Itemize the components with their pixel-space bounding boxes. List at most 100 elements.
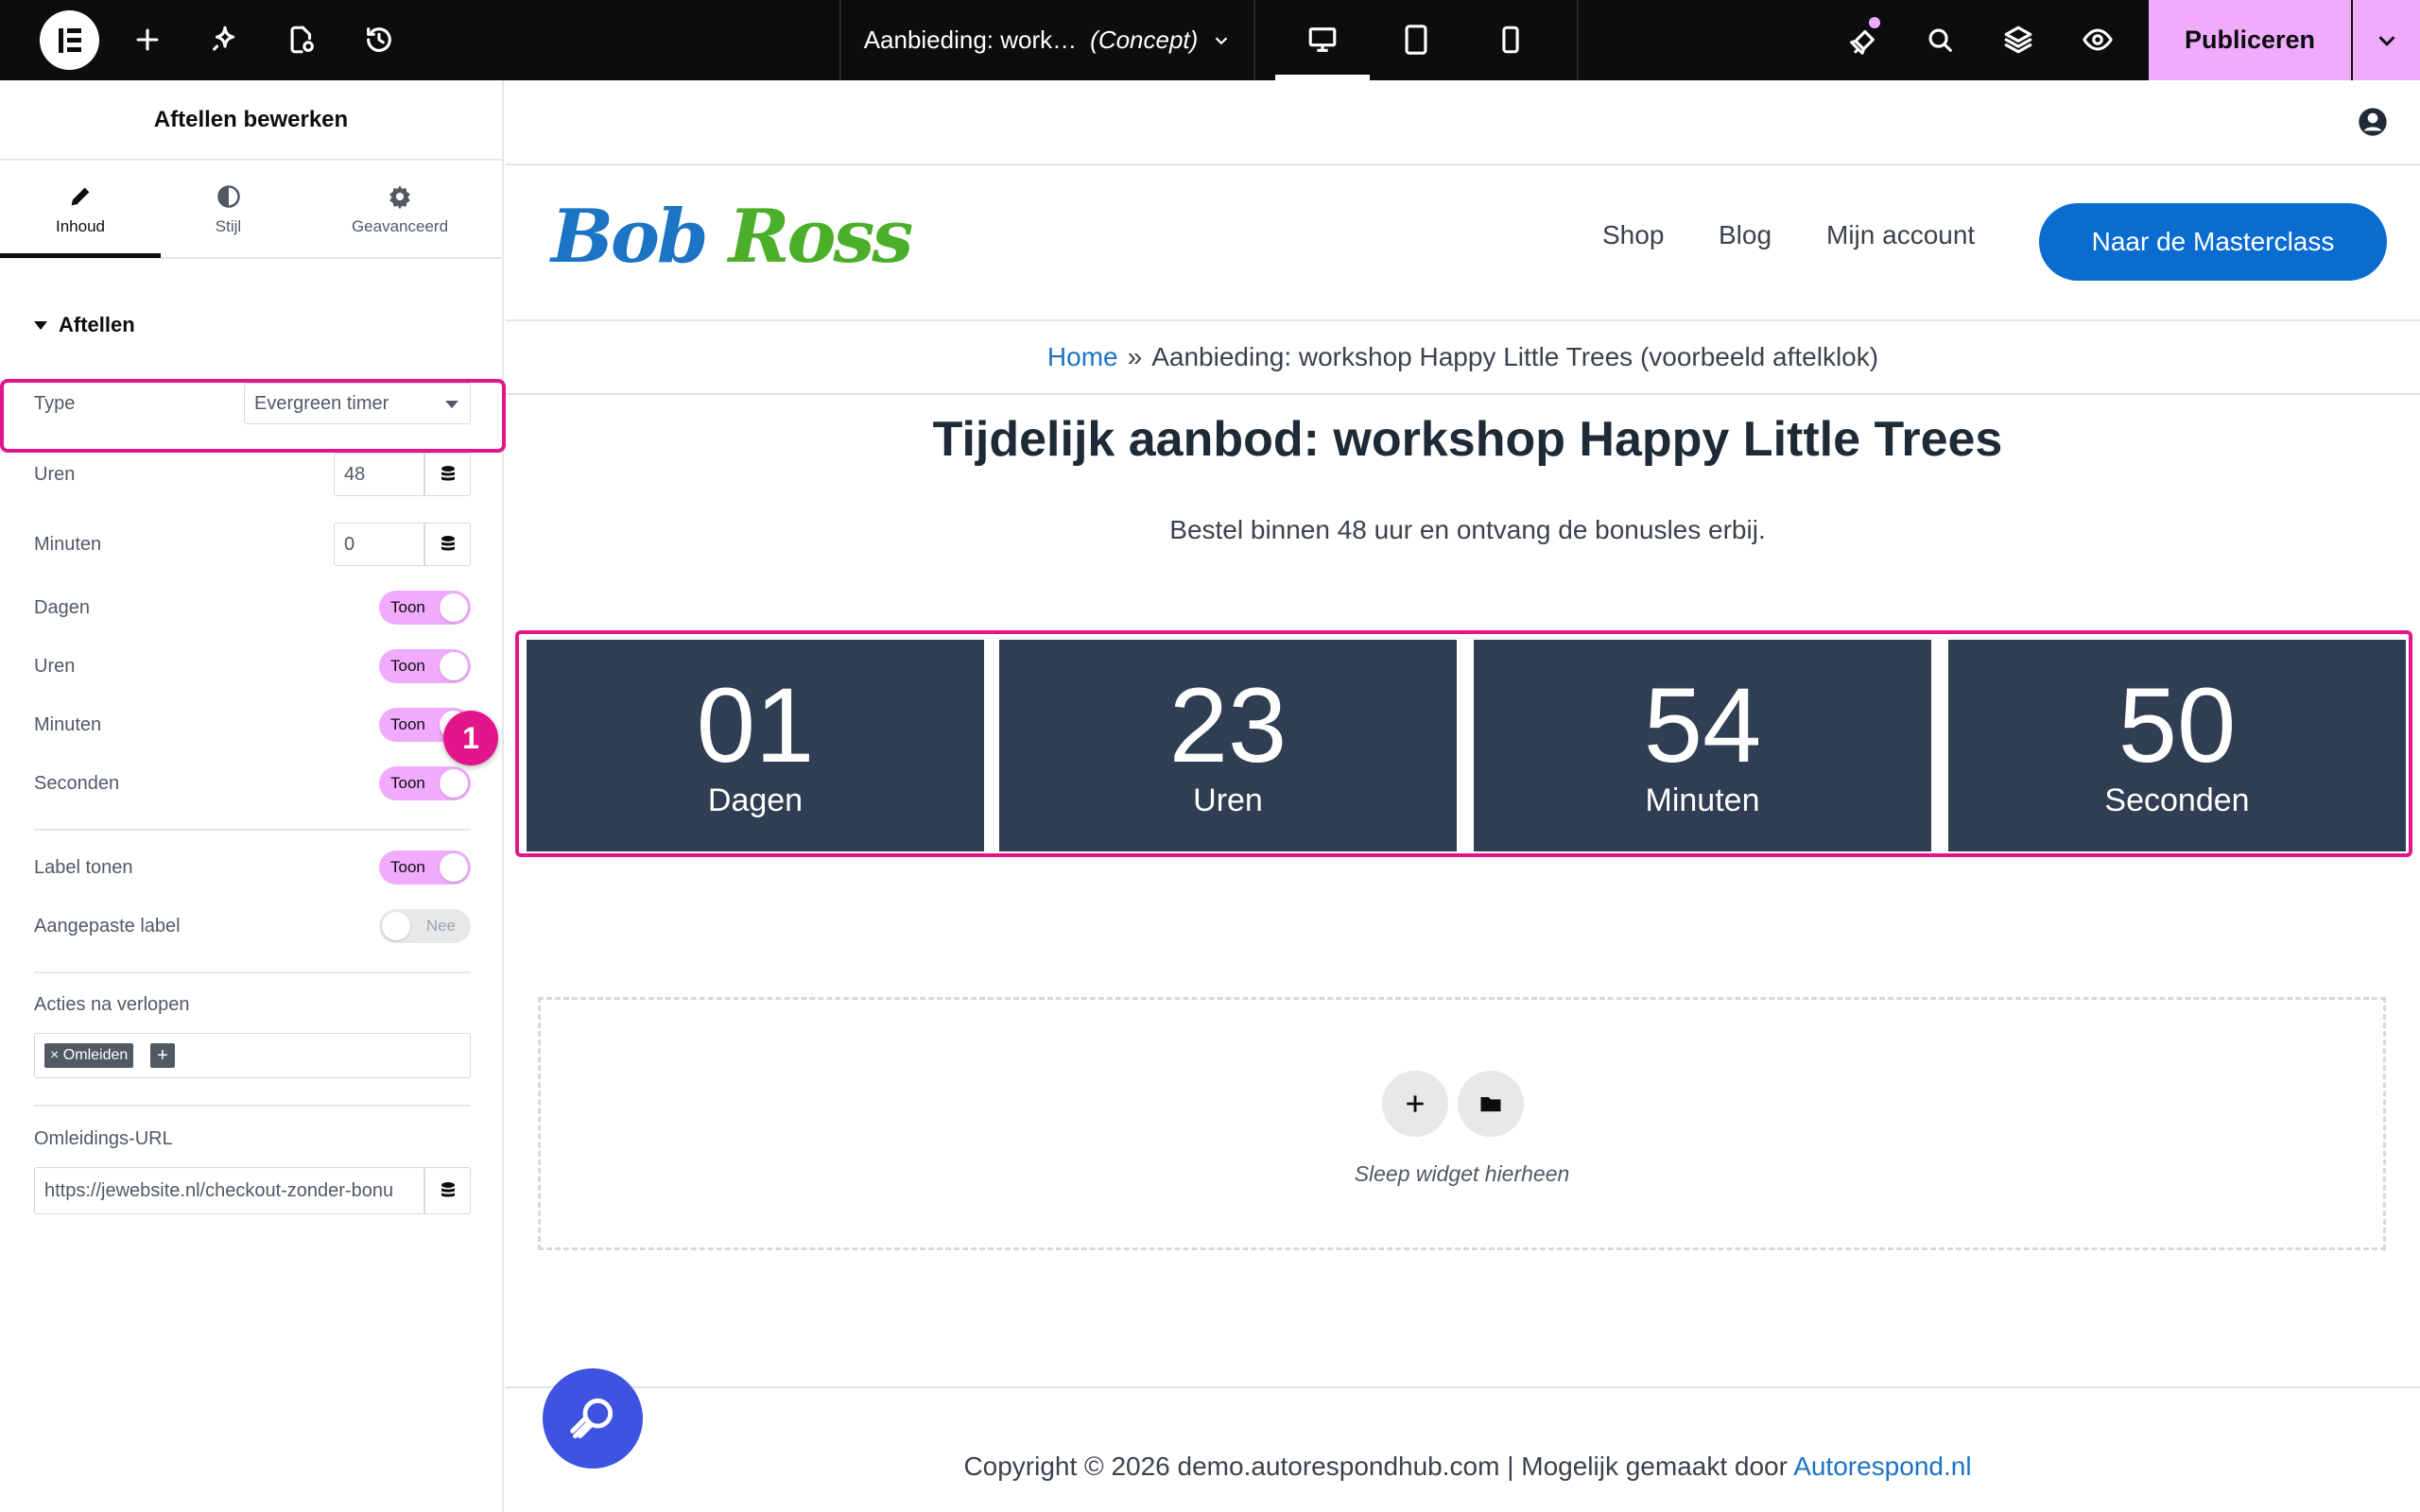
layers-icon[interactable] xyxy=(1994,15,2043,64)
countdown-label: Uren xyxy=(1193,782,1263,818)
panel-title: Aftellen bewerken xyxy=(0,80,502,161)
divider xyxy=(34,829,471,831)
tab-geavanceerd[interactable]: Geavanceerd xyxy=(315,161,485,259)
site-logo[interactable]: Bob Ross xyxy=(551,194,913,280)
dropzone-hint: Sleep widget hierheen xyxy=(1354,1161,1570,1186)
footer-text: Copyright © 2026 demo.autorespondhub.com… xyxy=(506,1452,2420,1482)
minutes-label: Minuten xyxy=(34,534,102,555)
page-canvas: Bob Ross Shop Blog Mijn account Naar de … xyxy=(506,80,2420,1512)
actions-select[interactable]: × Omleiden + xyxy=(34,1033,471,1078)
preview-icon[interactable] xyxy=(2073,15,2122,64)
plus-icon xyxy=(1407,1095,1424,1112)
caret-down-icon xyxy=(34,320,47,330)
footer-link[interactable]: Autorespond.nl xyxy=(1793,1452,1971,1481)
tab-stijl[interactable]: Stijl xyxy=(161,161,296,259)
folder-icon xyxy=(1480,1097,1501,1112)
ai-sparkle-icon[interactable] xyxy=(200,15,250,64)
countdown-label: Seconden xyxy=(2104,782,2250,818)
history-icon[interactable] xyxy=(354,15,404,64)
divider xyxy=(34,971,471,973)
toggle-label-hours: Uren xyxy=(34,656,76,677)
custom-label-label: Aangepaste label xyxy=(34,916,181,936)
search-assistant-icon xyxy=(570,1398,614,1439)
dynamic-tags-button[interactable] xyxy=(424,523,471,566)
countdown-minutes: 54 Minuten xyxy=(1474,640,1931,851)
elementor-logo-icon[interactable] xyxy=(40,10,99,70)
add-action-button[interactable]: + xyxy=(150,1043,175,1068)
toggle-state: Toon xyxy=(390,715,425,733)
notification-dot xyxy=(1869,17,1880,28)
nav-blog[interactable]: Blog xyxy=(1719,220,1772,250)
nav-shop[interactable]: Shop xyxy=(1602,220,1664,250)
add-widget-button[interactable] xyxy=(1382,1071,1448,1137)
countdown-label: Minuten xyxy=(1645,782,1760,818)
countdown-label: Dagen xyxy=(707,782,804,818)
site-top-strip xyxy=(506,80,2420,165)
countdown-value: 23 xyxy=(1168,665,1288,784)
site-header: Bob Ross Shop Blog Mijn account Naar de … xyxy=(506,165,2420,321)
page-title: Tijdelijk aanbod: workshop Happy Little … xyxy=(932,412,2003,467)
tablet-icon[interactable] xyxy=(1392,15,1441,64)
toggle-custom-label[interactable]: Nee xyxy=(379,909,471,943)
toggle-state: Toon xyxy=(390,657,425,675)
toggle-state: Toon xyxy=(390,858,425,876)
countdown-value: 01 xyxy=(696,665,815,784)
hours-input[interactable]: 48 xyxy=(334,453,424,496)
document-title[interactable]: Aanbieding: work… (Concept) xyxy=(841,0,1254,80)
toggle-label-minutes: Minuten xyxy=(34,714,102,735)
section-toggle-aftellen[interactable]: Aftellen xyxy=(34,313,135,337)
add-template-button[interactable] xyxy=(1458,1071,1524,1137)
toggle-seconds[interactable]: Toon xyxy=(379,766,471,800)
toggle-days[interactable]: Toon xyxy=(379,591,471,625)
countdown-widget[interactable]: 01 Dagen 23 Uren 54 Minuten 50 Seconden xyxy=(515,630,2412,857)
toggle-label-seconds: Seconden xyxy=(34,773,120,794)
desktop-icon[interactable] xyxy=(1298,15,1347,64)
panel-tabs: Inhoud Stijl Geavanceerd xyxy=(0,161,502,259)
tab-label: Inhoud xyxy=(56,217,105,235)
breadcrumb-separator: » xyxy=(1127,342,1143,371)
assistant-fab[interactable] xyxy=(543,1368,643,1469)
breadcrumb-home[interactable]: Home xyxy=(1047,342,1118,372)
chevron-down-icon xyxy=(1216,36,1228,44)
countdown-hours: 23 Uren xyxy=(999,640,1457,851)
toggle-hours[interactable]: Toon xyxy=(379,649,471,683)
dynamic-tags-button[interactable] xyxy=(424,1167,471,1214)
breadcrumb-current: Aanbieding: workshop Happy Little Trees … xyxy=(1151,342,1879,371)
tab-label: Geavanceerd xyxy=(351,217,449,235)
tab-label: Stijl xyxy=(215,217,242,235)
page-subtext: Bestel binnen 48 uur en ontvang de bonus… xyxy=(1169,515,1766,544)
mobile-icon[interactable] xyxy=(1486,15,1535,64)
editor-panel: Aftellen bewerken Inhoud Stijl Geavancee… xyxy=(0,80,504,1512)
nav-account[interactable]: Mijn account xyxy=(1826,220,1975,250)
search-icon[interactable] xyxy=(1915,15,1964,64)
toggle-label-days: Dagen xyxy=(34,597,90,618)
database-icon xyxy=(441,1182,455,1197)
actions-label: Acties na verlopen xyxy=(34,994,190,1015)
contrast-icon xyxy=(216,185,240,208)
toggle-state: Nee xyxy=(425,917,456,935)
redirect-url-input[interactable]: https://jewebsite.nl/checkout-zonder-bon… xyxy=(34,1167,424,1214)
publish-options-button[interactable] xyxy=(2353,0,2420,80)
toggle-state: Toon xyxy=(390,598,425,616)
user-account-icon[interactable] xyxy=(2358,107,2388,137)
action-tag[interactable]: × Omleiden xyxy=(44,1043,134,1068)
pencil-icon xyxy=(71,187,90,206)
minutes-input[interactable]: 0 xyxy=(334,523,424,566)
masterclass-button[interactable]: Naar de Masterclass xyxy=(2039,203,2387,281)
widget-dropzone[interactable]: Sleep widget hierheen xyxy=(538,997,2386,1250)
database-icon xyxy=(441,466,455,481)
tab-inhoud[interactable]: Inhoud xyxy=(0,161,161,259)
page-settings-icon[interactable] xyxy=(277,15,326,64)
breadcrumb: Home » Aanbieding: workshop Happy Little… xyxy=(506,321,2420,395)
publish-button[interactable]: Publiceren xyxy=(2149,0,2351,80)
gear-icon xyxy=(389,185,410,210)
toggle-show-label[interactable]: Toon xyxy=(379,850,471,885)
dynamic-tags-button[interactable] xyxy=(424,453,471,496)
plus-icon[interactable] xyxy=(123,15,172,64)
divider xyxy=(34,1105,471,1107)
highlight-type-field xyxy=(0,379,506,453)
show-label-label: Label tonen xyxy=(34,857,133,878)
footer-copyright: Copyright © 2026 demo.autorespondhub.com… xyxy=(963,1452,1788,1481)
toggle-state: Toon xyxy=(390,774,425,792)
topbar-divider xyxy=(1577,0,1579,80)
